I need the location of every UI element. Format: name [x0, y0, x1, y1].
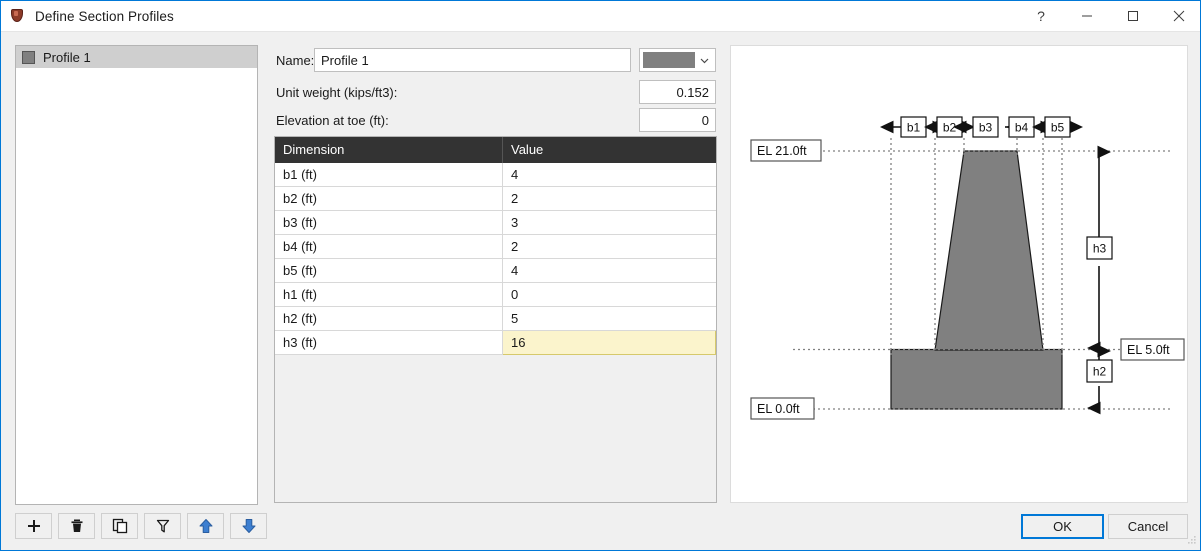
cell-value[interactable]: 3: [502, 210, 716, 235]
profile-list[interactable]: Profile 1: [15, 45, 258, 505]
callout-b5: b5: [1051, 121, 1065, 135]
diagram-svg: b1 b2 b3 b4 b5 h3 h2 EL 21.0ft EL 5.0ft …: [750, 116, 1185, 420]
move-down-button[interactable]: [230, 513, 267, 539]
table-row[interactable]: h3 (ft) 16: [275, 330, 716, 355]
elevation-label-top: EL 21.0ft: [757, 144, 807, 158]
table-row[interactable]: b4 (ft) 2: [275, 234, 716, 259]
list-item[interactable]: Profile 1: [16, 46, 257, 68]
name-input[interactable]: [314, 48, 631, 72]
table-row[interactable]: b1 (ft) 4: [275, 163, 716, 187]
close-icon[interactable]: [1156, 1, 1200, 32]
callout-h3: h3: [1093, 242, 1107, 256]
cell-dimension: h1 (ft): [275, 282, 503, 307]
window-controls: ?: [1018, 1, 1200, 32]
elevation-label-mid: EL 5.0ft: [1127, 343, 1170, 357]
cell-dimension: b1 (ft): [275, 163, 503, 187]
minimize-icon[interactable]: [1064, 1, 1110, 32]
dimensions-table: Dimension Value b1 (ft) 4 b2 (ft) 2 b3 (ft) 3…: [275, 137, 716, 355]
cell-dimension: h2 (ft): [275, 306, 503, 331]
table-row[interactable]: b2 (ft) 2: [275, 186, 716, 211]
name-label: Name:: [276, 53, 315, 68]
column-header-value: Value: [502, 137, 716, 163]
table-row[interactable]: b5 (ft) 4: [275, 258, 716, 283]
app-shield-icon: [10, 8, 26, 24]
column-header-dimension: Dimension: [275, 137, 503, 163]
ok-button[interactable]: OK: [1021, 514, 1104, 539]
unit-weight-input[interactable]: [639, 80, 716, 104]
cell-dimension: b4 (ft): [275, 234, 503, 259]
title-bar: Define Section Profiles ?: [1, 1, 1200, 32]
dimensions-table-container: Dimension Value b1 (ft) 4 b2 (ft) 2 b3 (ft) 3…: [274, 136, 717, 503]
section-profile-diagram: b1 b2 b3 b4 b5 h3 h2 EL 21.0ft EL 5.0ft …: [730, 45, 1188, 503]
callout-b2: b2: [943, 121, 957, 135]
resize-grip-icon[interactable]: [1185, 535, 1197, 547]
callout-b4: b4: [1015, 121, 1029, 135]
callout-h2: h2: [1093, 365, 1107, 379]
callout-b1: b1: [907, 121, 921, 135]
profile-color-dropdown[interactable]: [639, 48, 716, 72]
cell-value[interactable]: 2: [502, 234, 716, 259]
table-header-row: Dimension Value: [275, 137, 716, 163]
color-swatch: [643, 52, 695, 68]
table-row[interactable]: b3 (ft) 3: [275, 210, 716, 235]
cell-value[interactable]: 0: [502, 282, 716, 307]
cell-dimension: b5 (ft): [275, 258, 503, 283]
elevation-at-toe-input[interactable]: [639, 108, 716, 132]
window-title: Define Section Profiles: [35, 8, 174, 24]
callout-b3: b3: [979, 121, 993, 135]
cell-value[interactable]: 5: [502, 306, 716, 331]
duplicate-profile-button[interactable]: [101, 513, 138, 539]
filter-profile-button[interactable]: [144, 513, 181, 539]
maximize-icon[interactable]: [1110, 1, 1156, 32]
cell-dimension: h3 (ft): [275, 330, 503, 355]
cancel-button[interactable]: Cancel: [1108, 514, 1188, 539]
unit-weight-label: Unit weight (kips/ft3):: [276, 85, 398, 100]
delete-profile-button[interactable]: [58, 513, 95, 539]
cell-dimension: b2 (ft): [275, 186, 503, 211]
cell-value[interactable]: 4: [502, 258, 716, 283]
move-up-button[interactable]: [187, 513, 224, 539]
help-icon[interactable]: ?: [1018, 1, 1064, 32]
profile-toolbar: [15, 513, 267, 539]
chevron-down-icon: [699, 55, 710, 66]
table-row[interactable]: h1 (ft) 0: [275, 282, 716, 307]
profile-color-swatch: [22, 50, 35, 64]
elevation-label-bottom: EL 0.0ft: [757, 402, 800, 416]
cell-dimension: b3 (ft): [275, 210, 503, 235]
table-row[interactable]: h2 (ft) 5: [275, 306, 716, 331]
define-section-profiles-dialog: Define Section Profiles ? Profile 1 Name…: [0, 0, 1201, 551]
add-profile-button[interactable]: [15, 513, 52, 539]
cell-value[interactable]: 4: [502, 163, 716, 187]
profile-item-label: Profile 1: [43, 49, 91, 65]
cell-value[interactable]: 2: [502, 186, 716, 211]
elevation-at-toe-label: Elevation at toe (ft):: [276, 113, 389, 128]
cell-value[interactable]: 16: [502, 330, 716, 355]
